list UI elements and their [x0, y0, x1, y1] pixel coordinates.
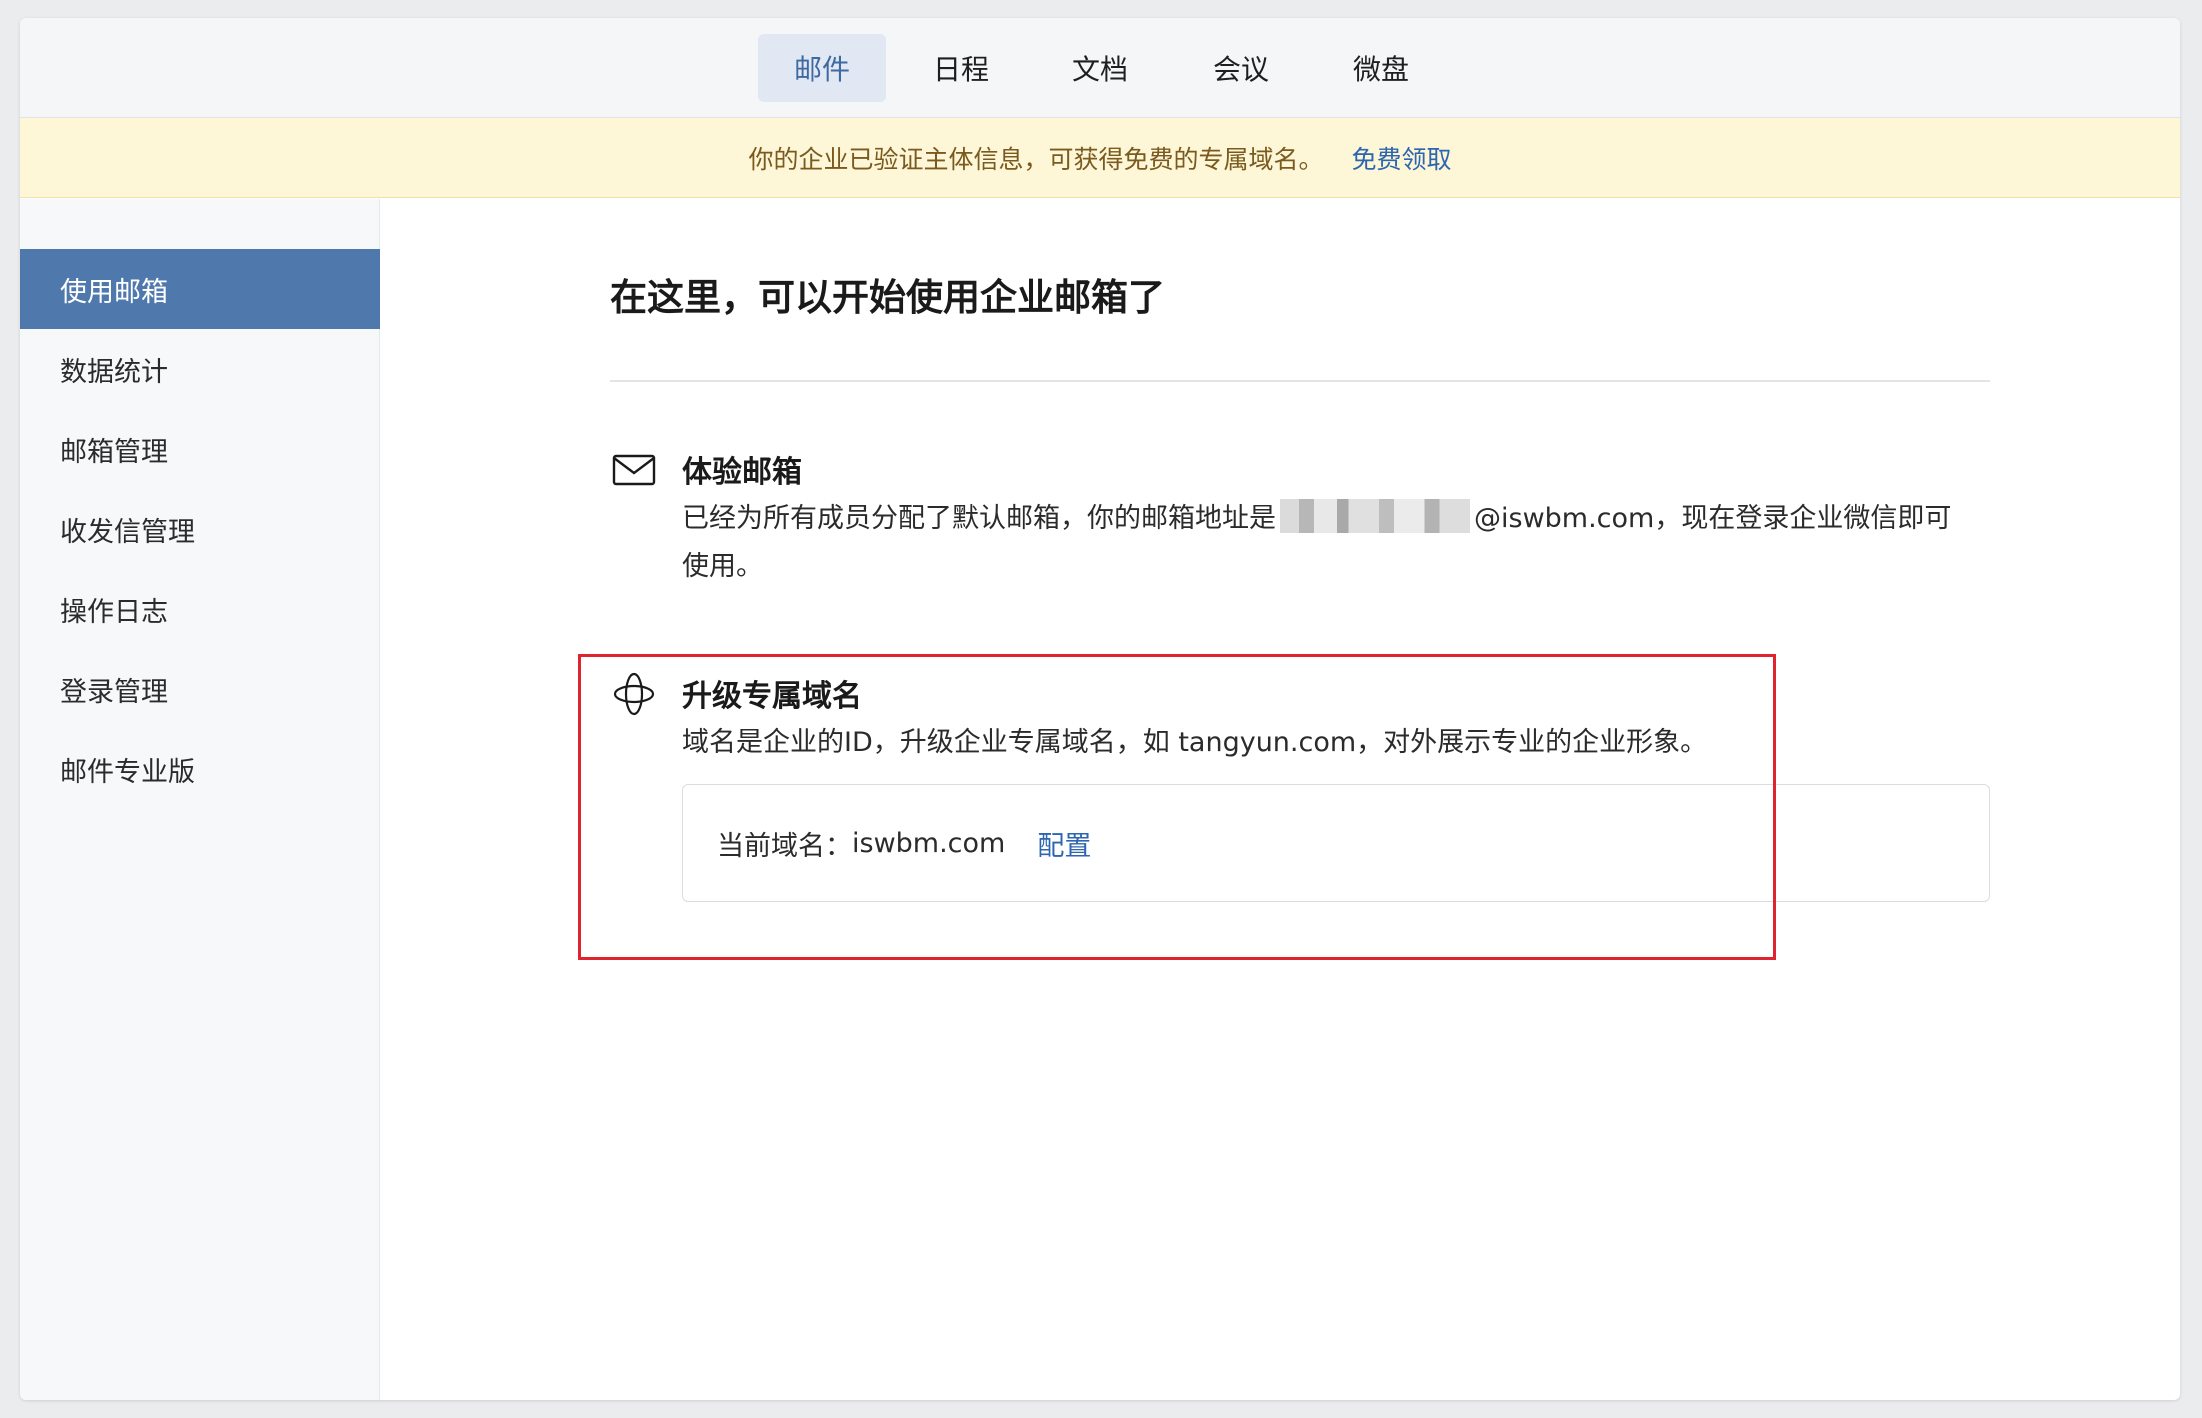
masked-email-prefix — [1280, 499, 1470, 533]
tab-docs[interactable]: 文档 — [1036, 34, 1164, 102]
trial-mailbox-title: 体验邮箱 — [682, 455, 802, 490]
trial-desc-after: @iswbm.com，现在登录企业微信即可 — [1474, 503, 1952, 534]
sidebar-item-statistics[interactable]: 数据统计 — [20, 329, 380, 409]
trial-mailbox-desc: 已经为所有成员分配了默认邮箱，你的邮箱地址是 @iswbm.com，现在登录企业微… — [682, 495, 2002, 591]
top-nav: 邮件 日程 文档 会议 微盘 — [20, 18, 2180, 118]
sidebar-item-use-mailbox[interactable]: 使用邮箱 — [20, 249, 380, 329]
sidebar-item-login-management[interactable]: 登录管理 — [20, 649, 380, 729]
sidebar: 使用邮箱 数据统计 邮箱管理 收发信管理 操作日志 登录管理 邮件专业版 — [20, 199, 380, 1400]
tab-meeting[interactable]: 会议 — [1177, 34, 1305, 102]
notice-banner: 你的企业已验证主体信息，可获得免费的专属域名。 免费领取 — [20, 118, 2180, 198]
sidebar-item-send-receive[interactable]: 收发信管理 — [20, 489, 380, 569]
highlight-box — [578, 654, 1776, 960]
sidebar-item-pro-edition[interactable]: 邮件专业版 — [20, 729, 380, 809]
free-claim-link[interactable]: 免费领取 — [1352, 140, 1452, 176]
trial-desc-before: 已经为所有成员分配了默认邮箱，你的邮箱地址是 — [682, 503, 1276, 534]
tab-mail[interactable]: 邮件 — [758, 34, 886, 102]
divider — [610, 380, 1990, 382]
tab-calendar[interactable]: 日程 — [897, 34, 1025, 102]
page-title: 在这里，可以开始使用企业邮箱了 — [610, 276, 1165, 319]
app-window: 邮件 日程 文档 会议 微盘 你的企业已验证主体信息，可获得免费的专属域名。 免… — [20, 18, 2180, 1400]
tab-drive[interactable]: 微盘 — [1317, 34, 1445, 102]
trial-desc-line2: 使用。 — [682, 551, 763, 582]
sidebar-item-mailbox-management[interactable]: 邮箱管理 — [20, 409, 380, 489]
mail-icon — [612, 454, 656, 486]
banner-text: 你的企业已验证主体信息，可获得免费的专属域名。 — [748, 144, 1324, 174]
sidebar-item-operation-log[interactable]: 操作日志 — [20, 569, 380, 649]
